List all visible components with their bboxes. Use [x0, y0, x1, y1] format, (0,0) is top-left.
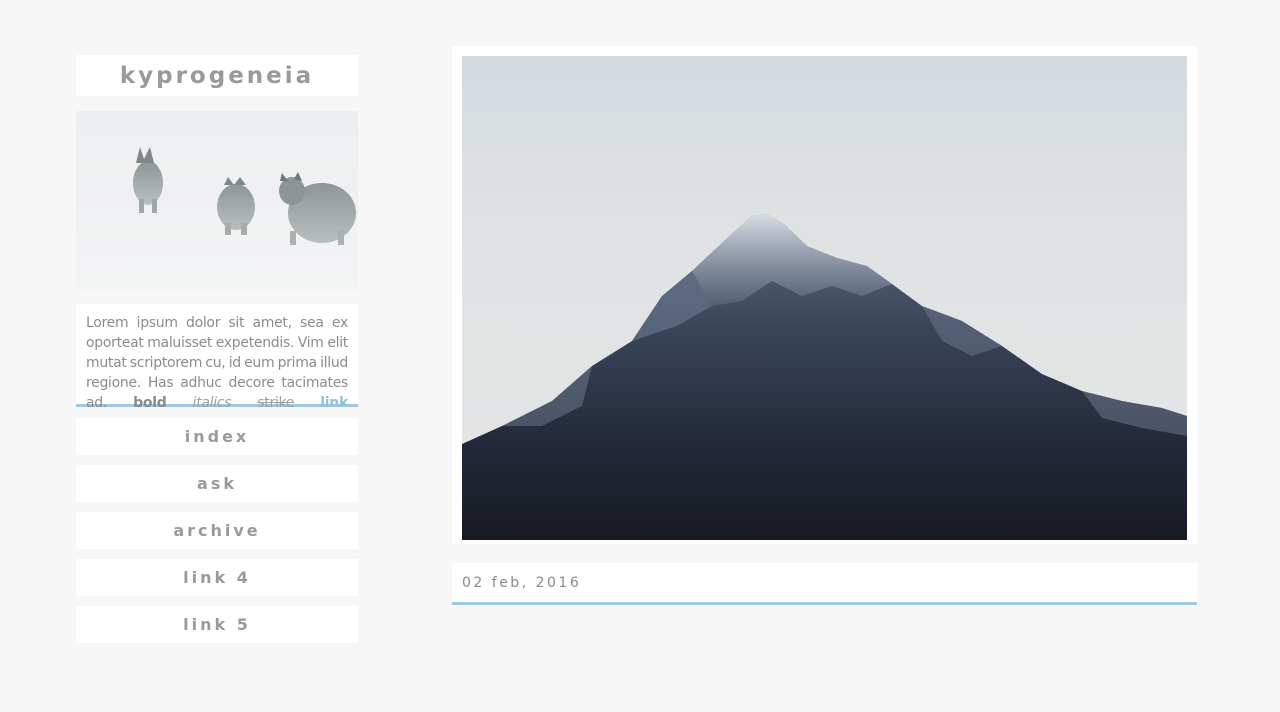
description-strike: strike	[257, 395, 295, 411]
nav-link-5[interactable]: link 5	[76, 606, 358, 643]
nav-archive[interactable]: archive	[76, 512, 358, 549]
post-photo-frame	[452, 46, 1197, 544]
post: 02 feb, 2016	[452, 46, 1197, 605]
post-meta: 02 feb, 2016	[452, 563, 1197, 605]
wolf-left	[133, 147, 163, 213]
description-italics: italics	[192, 395, 232, 411]
wolves-illustration	[133, 147, 356, 245]
description-link[interactable]: link	[320, 395, 348, 411]
post-photo-mountain[interactable]	[462, 56, 1187, 540]
sidebar-nav: index ask archive link 4 link 5	[76, 418, 358, 643]
sidebar: kyprogeneia Lorem ipsum dolor sit amet, …	[76, 55, 358, 653]
nav-ask[interactable]: ask	[76, 465, 358, 502]
sidebar-image-wolves	[76, 111, 358, 290]
nav-link-4[interactable]: link 4	[76, 559, 358, 596]
sidebar-description: Lorem ipsum dolor sit amet, sea ex oport…	[76, 304, 358, 411]
post-date[interactable]: 02 feb, 2016	[462, 575, 581, 591]
mountain-illustration	[462, 214, 1187, 540]
description-bold: bold	[133, 395, 167, 411]
nav-index[interactable]: index	[76, 418, 358, 455]
wolf-middle	[217, 177, 255, 235]
wolf-right	[279, 172, 356, 245]
blog-title[interactable]: kyprogeneia	[76, 55, 358, 96]
